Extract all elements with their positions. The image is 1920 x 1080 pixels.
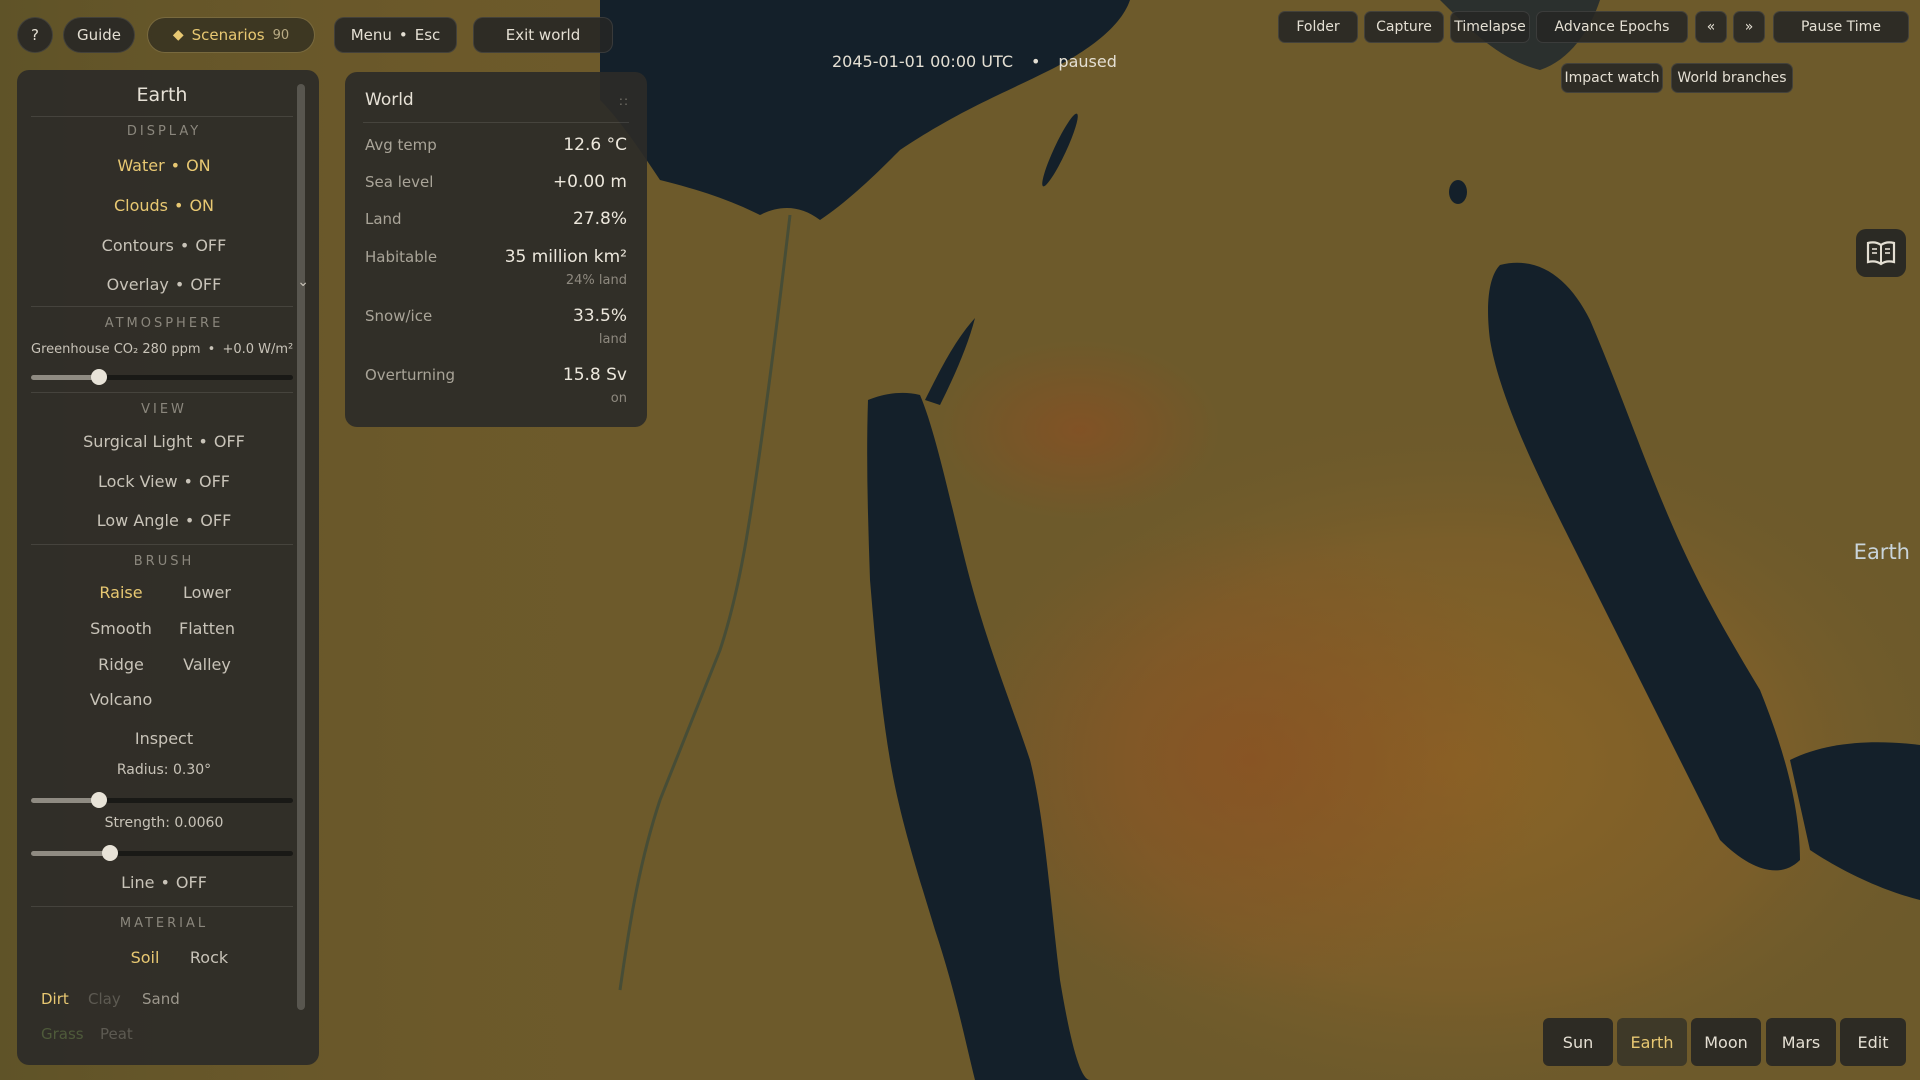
stat-label: Land: [365, 210, 402, 228]
edit-button[interactable]: Edit: [1840, 1018, 1906, 1066]
planet-sun-button[interactable]: Sun: [1543, 1018, 1613, 1066]
section-atmosphere: ATMOSPHERE: [104, 316, 224, 331]
forward-icon: »: [1744, 19, 1754, 35]
divider: [363, 122, 629, 123]
material-grass[interactable]: Grass: [41, 1025, 84, 1043]
radius-slider[interactable]: [31, 792, 293, 808]
rewind-button[interactable]: «: [1695, 11, 1727, 43]
inspect-button[interactable]: Inspect: [17, 729, 311, 748]
menu-button[interactable]: Menu • Esc: [334, 17, 457, 53]
toggle-water[interactable]: Water • ON: [17, 156, 311, 175]
stat-label: Overturning: [365, 366, 456, 384]
impact-watch-button[interactable]: Impact watch: [1561, 63, 1663, 93]
slider-thumb[interactable]: [101, 845, 118, 861]
stat-sub: land: [598, 332, 627, 347]
world-branches-button[interactable]: World branches: [1671, 63, 1793, 93]
divider: [31, 306, 293, 307]
stat-value: +0.00 m: [552, 172, 627, 192]
brush-lower[interactable]: Lower: [162, 583, 252, 602]
slider-thumb[interactable]: [91, 369, 108, 385]
brush-smooth[interactable]: Smooth: [76, 619, 166, 638]
radius-label: Radius: 0.30°: [116, 762, 212, 778]
toggle-line[interactable]: Line • OFF: [17, 873, 311, 892]
section-view: VIEW: [141, 402, 187, 417]
forward-button[interactable]: »: [1733, 11, 1765, 43]
stat-value: 27.8%: [572, 209, 627, 229]
sim-datetime: 2045-01-01 00:00 UTC: [832, 52, 1013, 71]
scenarios-label: Scenarios: [191, 26, 265, 44]
capture-button[interactable]: Capture: [1364, 11, 1444, 43]
material-sand[interactable]: Sand: [142, 990, 180, 1008]
stat-value: 12.6 °C: [563, 135, 627, 155]
toggle-clouds[interactable]: Clouds • ON: [17, 196, 311, 215]
menu-label: Menu: [350, 26, 392, 44]
world-stats-panel[interactable]: World :: Avg temp 12.6 °C Sea level +0.0…: [345, 72, 647, 427]
overlay-select[interactable]: Overlay • OFF ⌄: [17, 274, 311, 294]
toggle-lock-view[interactable]: Lock View • OFF: [17, 472, 311, 491]
material-peat[interactable]: Peat: [100, 1025, 133, 1043]
help-button[interactable]: ?: [17, 17, 53, 53]
stat-label: Sea level: [365, 173, 434, 191]
section-brush: BRUSH: [133, 554, 195, 569]
planet-label: Earth: [1853, 540, 1910, 564]
panel-scrollbar[interactable]: [297, 84, 305, 1010]
book-icon: [1866, 241, 1896, 266]
timelapse-button[interactable]: Timelapse: [1450, 11, 1530, 43]
rewind-icon: «: [1706, 19, 1716, 35]
divider: [31, 116, 293, 117]
stat-label: Avg temp: [365, 136, 437, 154]
greenhouse-readout: Greenhouse CO₂ 280 ppm • +0.0 W/m²: [31, 342, 294, 357]
scenarios-count: 90: [272, 27, 290, 43]
scenarios-button[interactable]: ◆ Scenarios 90: [147, 17, 315, 53]
divider: [31, 906, 293, 907]
stat-value: 35 million km²: [504, 247, 627, 267]
pause-time-button[interactable]: Pause Time: [1773, 11, 1909, 43]
advance-epochs-button[interactable]: Advance Epochs: [1536, 11, 1688, 43]
stat-label: Snow/ice: [365, 307, 433, 325]
folder-button[interactable]: Folder: [1278, 11, 1358, 43]
menu-shortcut: Esc: [414, 26, 441, 44]
toggle-contours[interactable]: Contours • OFF: [17, 236, 311, 255]
sim-status: 2045-01-01 00:00 UTC • paused: [832, 52, 1117, 71]
exit-world-label: Exit world: [505, 26, 581, 44]
planet-moon-button[interactable]: Moon: [1691, 1018, 1761, 1066]
brush-valley[interactable]: Valley: [162, 655, 252, 674]
section-material: MATERIAL: [119, 916, 209, 931]
strength-label: Strength: 0.0060: [104, 815, 224, 831]
guide-button[interactable]: Guide: [63, 17, 135, 53]
brush-ridge[interactable]: Ridge: [76, 655, 166, 674]
toggle-low-angle[interactable]: Low Angle • OFF: [17, 511, 311, 530]
brush-flatten[interactable]: Flatten: [162, 619, 252, 638]
divider: [31, 392, 293, 393]
divider: [31, 544, 293, 545]
stat-sub: on: [610, 391, 627, 406]
material-clay[interactable]: Clay: [88, 990, 121, 1008]
brush-volcano[interactable]: Volcano: [76, 690, 166, 709]
material-dirt[interactable]: Dirt: [41, 990, 69, 1008]
stat-value: 15.8 Sv: [562, 365, 627, 385]
planet-settings-panel: Earth DISPLAY Water • ON Clouds • ON Contour…: [17, 70, 319, 1065]
planet-earth-button[interactable]: Earth: [1617, 1018, 1687, 1066]
planet-mars-button[interactable]: Mars: [1766, 1018, 1836, 1066]
panel-title: Earth: [136, 84, 188, 106]
section-display: DISPLAY: [126, 124, 202, 139]
slider-thumb[interactable]: [91, 792, 108, 808]
stat-label: Habitable: [365, 248, 438, 266]
exit-world-button[interactable]: Exit world: [473, 17, 613, 53]
help-icon: ?: [31, 26, 39, 44]
sim-state: paused: [1058, 52, 1117, 71]
stat-value: 33.5%: [572, 306, 627, 326]
world-panel-title: World: [365, 90, 414, 110]
atlas-button[interactable]: [1856, 229, 1906, 277]
greenhouse-slider[interactable]: [31, 369, 293, 385]
stat-sub: 24% land: [565, 273, 627, 288]
chevron-down-icon: ⌄: [297, 274, 309, 290]
diamond-icon: ◆: [172, 27, 184, 43]
strength-slider[interactable]: [31, 845, 293, 861]
toggle-surgical-light[interactable]: Surgical Light • OFF: [17, 432, 311, 451]
guide-label: Guide: [76, 26, 122, 44]
drag-handle-icon[interactable]: ::: [619, 94, 629, 108]
material-rock[interactable]: Rock: [164, 948, 254, 967]
brush-raise[interactable]: Raise: [76, 583, 166, 602]
